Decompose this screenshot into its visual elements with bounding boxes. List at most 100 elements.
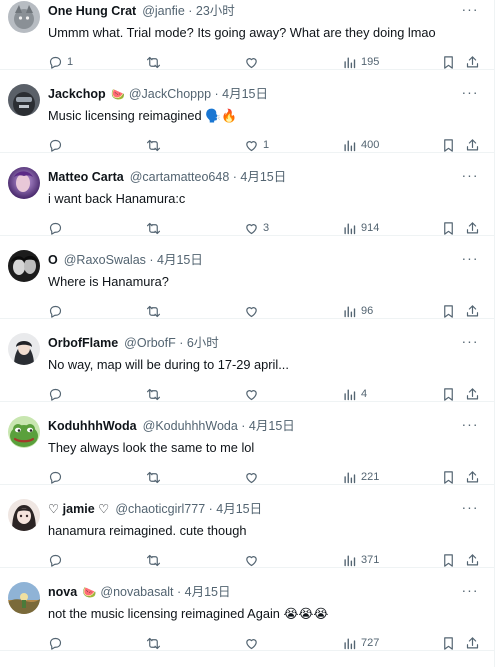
timestamp[interactable]: 4月15日: [240, 170, 286, 184]
user-handle[interactable]: @JackChoppp: [129, 87, 211, 101]
bookmark-button[interactable]: [441, 303, 456, 319]
share-button[interactable]: [465, 386, 480, 402]
views-button[interactable]: 195: [342, 54, 379, 70]
views-button[interactable]: 96: [342, 303, 373, 319]
retweet-button[interactable]: [146, 54, 165, 70]
share-button[interactable]: [465, 469, 480, 485]
user-handle[interactable]: @janfie: [142, 4, 185, 18]
user-handle[interactable]: @novabasalt: [100, 585, 173, 599]
action-bar: 96: [0, 303, 494, 319]
avatar[interactable]: [8, 582, 40, 614]
reply-button[interactable]: [48, 303, 67, 319]
reply-header: Jackchop 🍉 @JackChoppp · 4月15日: [48, 86, 454, 103]
views-button[interactable]: 371: [342, 552, 379, 568]
avatar[interactable]: [8, 250, 40, 282]
views-button[interactable]: 400: [342, 137, 379, 153]
user-name[interactable]: ♡ jamie ♡: [48, 502, 109, 516]
reply-item[interactable]: O @RaxoSwalas · 4月15日 ··· Where is Hanamu…: [0, 236, 494, 319]
reply-item[interactable]: ♡ jamie ♡ @chaoticgirl777 · 4月15日 ··· han…: [0, 485, 494, 568]
more-options-icon[interactable]: ···: [460, 499, 480, 515]
reply-item[interactable]: Matteo Carta @cartamatteo648 · 4月15日 ··· …: [0, 153, 494, 236]
share-button[interactable]: [465, 303, 480, 319]
retweet-button[interactable]: [146, 552, 165, 568]
user-handle[interactable]: @OrbofF: [124, 336, 176, 350]
like-button[interactable]: [244, 54, 263, 70]
share-button[interactable]: [465, 220, 480, 236]
bookmark-button[interactable]: [441, 220, 456, 236]
avatar[interactable]: [8, 416, 40, 448]
more-options-icon[interactable]: ···: [460, 333, 480, 349]
avatar[interactable]: [8, 84, 40, 116]
more-options-icon[interactable]: ···: [460, 416, 480, 432]
like-button[interactable]: [244, 635, 263, 651]
avatar[interactable]: [8, 167, 40, 199]
like-button[interactable]: [244, 552, 263, 568]
like-button[interactable]: [244, 469, 263, 485]
reply-button[interactable]: [48, 635, 67, 651]
more-options-icon[interactable]: ···: [460, 84, 480, 100]
user-handle[interactable]: @cartamatteo648: [130, 170, 230, 184]
retweet-button[interactable]: [146, 137, 165, 153]
reply-item[interactable]: One Hung Crat @janfie · 23小时 ··· Ummm wha…: [0, 0, 494, 70]
user-name[interactable]: Matteo Carta: [48, 170, 124, 184]
share-button[interactable]: [465, 552, 480, 568]
timestamp[interactable]: 4月15日: [222, 87, 268, 101]
more-options-icon[interactable]: ···: [460, 1, 480, 17]
user-name[interactable]: nova: [48, 585, 77, 599]
reply-item[interactable]: KoduhhhWoda @KoduhhhWoda · 4月15日 ··· They…: [0, 402, 494, 485]
retweet-button[interactable]: [146, 635, 165, 651]
reply-button[interactable]: [48, 220, 67, 236]
separator: ·: [211, 87, 223, 101]
bookmark-button[interactable]: [441, 386, 456, 402]
user-name[interactable]: O: [48, 253, 58, 267]
timestamp[interactable]: 4月15日: [249, 419, 295, 433]
retweet-button[interactable]: [146, 220, 165, 236]
more-options-icon[interactable]: ···: [460, 250, 480, 266]
like-button[interactable]: [244, 386, 263, 402]
reply-item[interactable]: OrbofFlame @OrbofF · 6小时 ··· No way, map …: [0, 319, 494, 402]
reply-button[interactable]: [48, 552, 67, 568]
more-options-icon[interactable]: ···: [460, 167, 480, 183]
user-name[interactable]: OrbofFlame: [48, 336, 118, 350]
retweet-button[interactable]: [146, 386, 165, 402]
timestamp[interactable]: 4月15日: [157, 253, 203, 267]
views-button[interactable]: 221: [342, 469, 379, 485]
user-handle[interactable]: @chaoticgirl777: [115, 502, 205, 516]
like-button[interactable]: 1: [244, 137, 269, 153]
user-handle[interactable]: @RaxoSwalas: [64, 253, 146, 267]
separator: ·: [229, 170, 241, 184]
bookmark-button[interactable]: [441, 552, 456, 568]
like-button[interactable]: [244, 303, 263, 319]
timestamp[interactable]: 4月15日: [185, 585, 231, 599]
reply-item[interactable]: Jackchop 🍉 @JackChoppp · 4月15日 ··· Music …: [0, 70, 494, 153]
share-button[interactable]: [465, 137, 480, 153]
share-button[interactable]: [465, 635, 480, 651]
retweet-button[interactable]: [146, 469, 165, 485]
avatar[interactable]: [8, 1, 40, 33]
timestamp[interactable]: 23小时: [196, 4, 235, 18]
share-button[interactable]: [465, 54, 480, 70]
views-button[interactable]: 727: [342, 635, 379, 651]
bookmark-button[interactable]: [441, 635, 456, 651]
bookmark-button[interactable]: [441, 469, 456, 485]
views-button[interactable]: 4: [342, 386, 367, 402]
avatar[interactable]: [8, 499, 40, 531]
timestamp[interactable]: 4月15日: [216, 502, 262, 516]
bookmark-button[interactable]: [441, 54, 456, 70]
timestamp[interactable]: 6小时: [187, 336, 219, 350]
reply-button[interactable]: 1: [48, 54, 73, 70]
user-handle[interactable]: @KoduhhhWoda: [143, 419, 238, 433]
reply-button[interactable]: [48, 469, 67, 485]
like-button[interactable]: 3: [244, 220, 269, 236]
retweet-button[interactable]: [146, 303, 165, 319]
reply-button[interactable]: [48, 137, 67, 153]
user-name[interactable]: One Hung Crat: [48, 4, 136, 18]
reply-button[interactable]: [48, 386, 67, 402]
reply-item[interactable]: nova 🍉 @novabasalt · 4月15日 ··· not the mu…: [0, 568, 494, 651]
views-button[interactable]: 914: [342, 220, 379, 236]
bookmark-button[interactable]: [441, 137, 456, 153]
user-name[interactable]: Jackchop: [48, 87, 106, 101]
more-options-icon[interactable]: ···: [460, 582, 480, 598]
avatar[interactable]: [8, 333, 40, 365]
user-name[interactable]: KoduhhhWoda: [48, 419, 137, 433]
